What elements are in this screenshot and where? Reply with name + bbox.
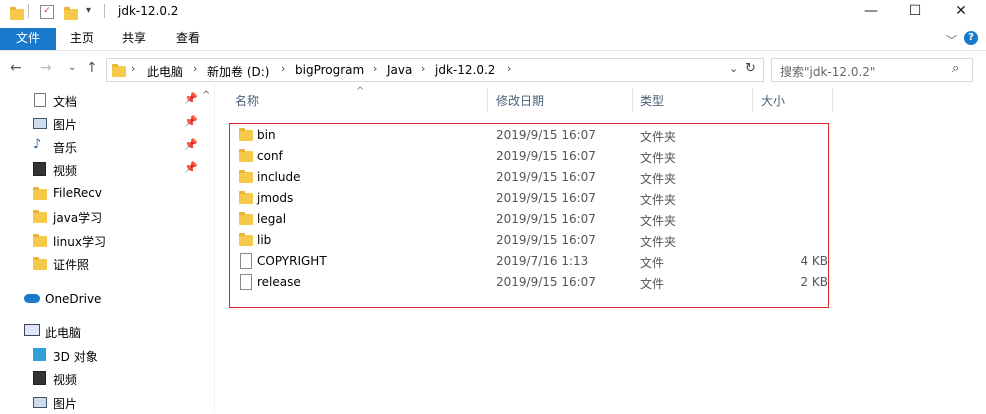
column-divider[interactable]: [632, 88, 633, 112]
breadcrumb-drive-d[interactable]: 新加卷 (D:): [207, 63, 269, 80]
chevron-right-icon[interactable]: ›: [373, 62, 377, 75]
document-icon: [34, 93, 46, 107]
address-row: ← → ⌄ ↑ › 此电脑 › 新加卷 (D:) › bigProgram › …: [0, 56, 986, 84]
sidebar-item-label: 视频: [53, 373, 78, 387]
column-header-name[interactable]: 名称: [235, 92, 259, 109]
close-button[interactable]: ✕: [938, 0, 984, 24]
sidebar-item-label: 图片: [53, 118, 78, 132]
column-header-size[interactable]: 大小: [761, 92, 785, 109]
refresh-icon[interactable]: ↻: [745, 61, 756, 76]
tab-file[interactable]: 文件: [0, 28, 56, 50]
sidebar-item-java[interactable]: java学习: [0, 205, 214, 228]
sidebar-item-id-photo[interactable]: 证件照: [0, 252, 214, 275]
sidebar-item-label: 音乐: [53, 141, 78, 155]
folder-icon: [33, 210, 47, 223]
column-divider[interactable]: [832, 88, 833, 112]
folder-icon: [33, 257, 47, 270]
properties-icon[interactable]: ✓: [40, 5, 54, 19]
maximize-button[interactable]: ☐: [892, 0, 938, 24]
folder-icon: [10, 7, 24, 20]
sidebar-item-label: FileRecv: [53, 186, 102, 200]
chevron-right-icon[interactable]: ›: [131, 62, 135, 75]
window-title: jdk-12.0.2: [118, 4, 179, 18]
tab-view[interactable]: 查看: [166, 28, 210, 50]
sidebar-item-filerecv[interactable]: FileRecv: [0, 182, 214, 205]
sidebar-item-this-pc[interactable]: 此电脑: [0, 320, 214, 343]
navigation-pane: ^ 文档 📌 图片 📌 ♪ 音乐 📌 视频 📌 FileRecv java学习 …: [0, 84, 215, 411]
divider: [28, 4, 29, 18]
computer-icon: [24, 324, 40, 336]
breadcrumb-jdk[interactable]: jdk-12.0.2: [435, 63, 495, 77]
column-divider[interactable]: [752, 88, 753, 112]
new-folder-icon[interactable]: [64, 7, 78, 20]
column-header-date[interactable]: 修改日期: [496, 92, 544, 109]
tab-share[interactable]: 共享: [112, 28, 156, 50]
column-divider[interactable]: [487, 88, 488, 112]
video-icon: [33, 371, 46, 385]
expand-ribbon-icon[interactable]: ﹀: [946, 32, 957, 48]
breadcrumb-java[interactable]: Java: [387, 63, 412, 77]
folder-icon: [33, 234, 47, 247]
sidebar-item-label: 3D 对象: [53, 350, 98, 364]
forward-arrow-icon[interactable]: →: [40, 60, 52, 76]
chevron-right-icon[interactable]: ›: [193, 62, 197, 75]
picture-icon: [33, 118, 47, 129]
minimize-button[interactable]: —: [848, 0, 894, 24]
music-icon: ♪: [33, 137, 42, 152]
sidebar-item-documents[interactable]: 文档 📌: [0, 89, 214, 112]
customize-toolbar-icon[interactable]: ▾: [86, 5, 91, 16]
sidebar-item-pictures[interactable]: 图片 📌: [0, 112, 214, 135]
sidebar-item-3d-objects[interactable]: 3D 对象: [0, 344, 214, 367]
sidebar-item-onedrive[interactable]: OneDrive: [0, 288, 214, 311]
breadcrumb-bigprogram[interactable]: bigProgram: [295, 63, 364, 77]
chevron-right-icon[interactable]: ›: [421, 62, 425, 75]
breadcrumb-this-pc[interactable]: 此电脑: [147, 63, 183, 80]
sidebar-item-label: 图片: [53, 397, 78, 411]
picture-icon: [33, 397, 47, 408]
chevron-right-icon[interactable]: ›: [281, 62, 285, 75]
tab-home[interactable]: 主页: [60, 28, 104, 50]
chevron-right-icon[interactable]: ›: [507, 62, 511, 75]
highlight-box: [229, 123, 829, 308]
cube-icon: [33, 348, 46, 361]
sidebar-item-label: linux学习: [53, 235, 106, 249]
divider: [104, 4, 105, 18]
ribbon-tabs: 文件 主页 共享 查看 ﹀ ?: [0, 28, 986, 51]
search-input[interactable]: 搜索"jdk-12.0.2": [780, 63, 875, 80]
recent-locations-icon[interactable]: ⌄: [68, 62, 76, 73]
search-box[interactable]: 搜索"jdk-12.0.2" ⌕: [771, 58, 973, 82]
back-arrow-icon[interactable]: ←: [10, 60, 22, 76]
video-icon: [33, 162, 46, 176]
sidebar-item-videos[interactable]: 视频 📌: [0, 158, 214, 181]
folder-icon: [112, 64, 126, 77]
sidebar-item-label: 此电脑: [45, 326, 82, 340]
sidebar-item-music[interactable]: ♪ 音乐 📌: [0, 135, 214, 158]
column-header-type[interactable]: 类型: [640, 92, 664, 109]
folder-icon: [33, 187, 47, 200]
help-icon[interactable]: ?: [964, 31, 978, 45]
sidebar-item-label: java学习: [53, 211, 103, 225]
up-arrow-icon[interactable]: ↑: [86, 60, 98, 76]
search-icon[interactable]: ⌕: [952, 61, 959, 76]
sidebar-item-pc-videos[interactable]: 视频: [0, 367, 214, 390]
cloud-icon: [24, 294, 40, 303]
address-bar[interactable]: › 此电脑 › 新加卷 (D:) › bigProgram › Java › j…: [106, 58, 764, 82]
sidebar-item-linux[interactable]: linux学习: [0, 229, 214, 252]
sidebar-item-label: 文档: [53, 95, 78, 109]
address-dropdown-icon[interactable]: ⌄: [729, 62, 738, 75]
pin-icon[interactable]: 📌: [184, 161, 198, 174]
pin-icon[interactable]: 📌: [184, 138, 198, 151]
sidebar-item-label: OneDrive: [45, 292, 102, 306]
pin-icon[interactable]: 📌: [184, 115, 198, 128]
pin-icon[interactable]: 📌: [184, 92, 198, 105]
sidebar-item-label: 证件照: [53, 258, 90, 272]
sidebar-item-label: 视频: [53, 164, 78, 178]
sort-ascending-icon: ^: [356, 86, 365, 97]
title-bar: ✓ ▾ jdk-12.0.2 — ☐ ✕: [0, 0, 986, 24]
